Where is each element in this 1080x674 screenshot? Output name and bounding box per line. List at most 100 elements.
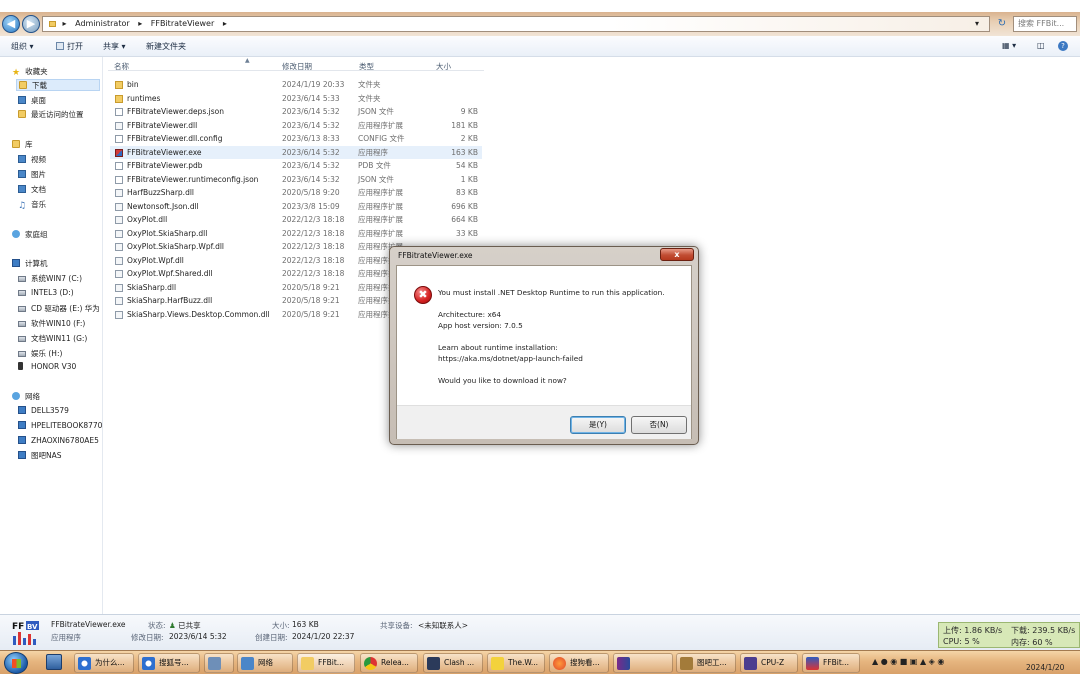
nav-drive-h[interactable]: 娱乐 (H:) (18, 348, 62, 359)
file-row[interactable]: FFBitrateViewer.dll 2023/6/14 5:32 应用程序扩展 1… (110, 119, 482, 132)
yes-button[interactable]: 是(Y) (570, 416, 626, 434)
file-type: PDB 文件 (358, 161, 391, 170)
file-icon (115, 108, 123, 116)
breadcrumb-separator: ▸ (138, 19, 143, 28)
file-name: SkiaSharp.Views.Desktop.Common.dll (127, 309, 270, 319)
nav-music[interactable]: ♫ 音乐 (18, 199, 46, 211)
file-name: SkiaSharp.dll (127, 282, 177, 292)
no-button[interactable]: 否(N) (631, 416, 687, 434)
file-row[interactable]: FFBitrateViewer.pdb 2023/6/14 5:32 PDB 文件 5… (110, 159, 482, 172)
file-size: 33 KB (456, 228, 478, 238)
preview-pane-icon[interactable]: ◫ (1037, 41, 1045, 50)
file-date: 2023/6/14 5:32 (282, 147, 340, 157)
dialog-question: Would you like to download it now? (438, 376, 567, 385)
nav-pictures[interactable]: 图片 (18, 169, 46, 180)
taskbar-item-browser1[interactable]: 为什么... (74, 653, 134, 673)
folder-icon (301, 657, 314, 670)
nav-honor-v30[interactable]: HONOR V30 (18, 362, 76, 371)
nav-videos[interactable]: 视频 (18, 154, 46, 165)
organize-menu[interactable]: 组织 ▾ (11, 41, 34, 52)
nav-drive-e[interactable]: CD 驱动器 (E:) 华为 (18, 303, 100, 314)
file-row[interactable]: bin 2024/1/19 20:33 文件夹 (110, 78, 482, 91)
nav-drive-f[interactable]: 软件WIN10 (F:) (18, 318, 85, 329)
file-date: 2023/6/13 8:33 (282, 134, 340, 143)
file-row[interactable]: OxyPlot.dll 2022/12/3 18:18 应用程序扩展 664 KB (110, 213, 482, 226)
taskbar-item-chrome[interactable]: Relea... (360, 653, 418, 673)
nav-drive-g[interactable]: 文档WIN11 (G:) (18, 333, 87, 344)
file-row[interactable]: FFBitrateViewer.deps.json 2023/6/14 5:32 J… (110, 105, 482, 118)
file-row[interactable]: OxyPlot.SkiaSharp.dll 2022/12/3 18:18 应用程序… (110, 227, 482, 240)
taskbar-item-sogou[interactable]: 搜狗看... (549, 653, 609, 673)
file-row[interactable]: FFBitrateViewer.exe 2023/6/14 5:32 应用程序 163… (110, 145, 482, 159)
view-options-icon[interactable]: ▦ ▾ (1002, 41, 1016, 50)
file-type: 文件夹 (358, 80, 381, 89)
nav-network-hpelitebook[interactable]: HPELITEBOOK8770 (18, 421, 103, 430)
taskbar-item-player[interactable]: The.W... (487, 653, 545, 673)
taskbar-item-clash[interactable]: Clash ... (423, 653, 483, 673)
file-name: OxyPlot.Wpf.Shared.dll (127, 269, 213, 278)
nav-homegroup[interactable]: 家庭组 (12, 229, 48, 240)
new-folder-button[interactable]: 新建文件夹 (146, 41, 186, 52)
breadcrumb-item[interactable]: FFBitrateViewer (151, 19, 215, 28)
nav-drive-c[interactable]: 系统WIN7 (C:) (18, 273, 82, 284)
sogou-icon (553, 657, 566, 670)
file-type: 应用程序扩展 (358, 228, 403, 238)
pinned-app-icon[interactable] (46, 654, 62, 670)
file-date: 2022/12/3 18:18 (282, 215, 345, 224)
nav-favorites[interactable]: ★ 收藏夹 (12, 66, 48, 78)
dialog-title: FFBitrateViewer.exe (398, 251, 473, 260)
help-icon[interactable]: ? (1058, 41, 1068, 51)
address-input[interactable]: ▸ Administrator ▸ FFBitrateViewer ▸ ▾ (42, 16, 990, 32)
file-row[interactable]: FFBitrateViewer.dll.config 2023/6/13 8:33… (110, 132, 482, 145)
taskbar-item-printer[interactable] (204, 653, 234, 673)
taskbar-item-ffbv[interactable]: FFBit... (802, 653, 860, 673)
file-row[interactable]: Newtonsoft.Json.dll 2023/3/8 15:09 应用程序扩展 6… (110, 200, 482, 213)
nav-desktop[interactable]: 桌面 (18, 95, 46, 106)
file-name: FFBitrateViewer.dll (127, 120, 198, 130)
forward-button[interactable]: ▶ (22, 15, 40, 33)
nav-downloads[interactable]: 下载 (16, 79, 100, 91)
network-meter: 上传: 1.86 KB/s 下载: 239.5 KB/s CPU: 5 % 内存… (938, 622, 1080, 648)
nav-recent-places[interactable]: 最近访问的位置 (18, 109, 84, 120)
dialog-link[interactable]: https://aka.ms/dotnet/app-launch-failed (438, 354, 583, 363)
start-button[interactable] (4, 652, 28, 674)
dialog-close-button[interactable]: x (660, 248, 694, 261)
taskbar-item-explorer[interactable]: FFBit... (297, 653, 355, 673)
address-dropdown-icon[interactable]: ▾ (975, 17, 979, 31)
folder-icon (49, 21, 56, 27)
refresh-icon[interactable]: ↻ (994, 16, 1010, 32)
search-input[interactable]: 搜索 FFBit... (1013, 16, 1077, 32)
nav-computer[interactable]: 计算机 (12, 258, 48, 269)
file-row[interactable]: HarfBuzzSharp.dll 2020/5/18 9:20 应用程序扩展 83 … (110, 186, 482, 199)
system-tray[interactable]: ▲ ● ◉ ■ ▣ ▲ ◈ ◉ (872, 657, 944, 666)
file-row[interactable]: runtimes 2023/6/14 5:33 文件夹 (110, 92, 482, 105)
nav-network-nas[interactable]: 图吧NAS (18, 450, 62, 461)
mpeg-icon (617, 657, 630, 670)
file-date: 2023/6/14 5:33 (282, 93, 340, 103)
file-type: 应用程序扩展 (358, 120, 403, 130)
taskbar-item-network[interactable]: 网络 (237, 653, 293, 673)
file-date: 2023/6/14 5:32 (282, 120, 340, 130)
taskbar-item-mpeg[interactable] (613, 653, 673, 673)
dll-icon (115, 256, 123, 265)
open-button[interactable]: 打开 (56, 41, 83, 52)
nav-network-zhaoxin[interactable]: ZHAOXIN6780AE5 (18, 436, 103, 445)
taskbar-item-tuba[interactable]: 图吧工... (676, 653, 736, 673)
nav-network-dell3579[interactable]: DELL3579 (18, 406, 69, 415)
nav-libraries[interactable]: 库 (12, 139, 33, 150)
file-row[interactable]: FFBitrateViewer.runtimeconfig.json 2023/6… (110, 173, 482, 186)
computer-icon (18, 406, 26, 414)
details-state-label: 状态: (148, 621, 166, 630)
details-state-value: ♟ 已共享 (169, 621, 201, 630)
taskbar-item-cpuz[interactable]: CPU-Z (740, 653, 798, 673)
breadcrumb-item[interactable]: Administrator (75, 19, 130, 28)
taskbar-item-browser2[interactable]: 搜狐号... (138, 653, 200, 673)
nav-network[interactable]: 网络 (12, 391, 40, 402)
library-icon (12, 140, 20, 148)
back-button[interactable]: ◀ (2, 15, 20, 33)
nav-documents[interactable]: 文档 (18, 184, 46, 195)
nav-drive-d[interactable]: INTEL3 (D:) (18, 288, 74, 297)
file-type: 应用程序 (358, 147, 388, 157)
share-menu[interactable]: 共享 ▾ (103, 41, 126, 52)
file-date: 2020/5/18 9:20 (282, 188, 340, 197)
